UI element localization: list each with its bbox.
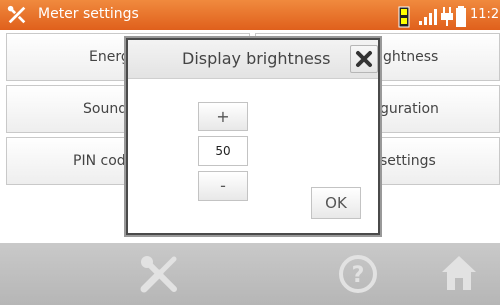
signal-icon: [419, 9, 437, 25]
dialog-title: Display brightness: [182, 49, 331, 68]
minus-label: -: [220, 176, 226, 195]
clock-time: 11:23: [470, 7, 500, 22]
ok-button[interactable]: OK: [311, 187, 361, 219]
dialog-header: Display brightness: [128, 40, 378, 79]
decrease-button[interactable]: -: [198, 171, 248, 201]
close-button[interactable]: [350, 45, 378, 73]
ok-label: OK: [325, 194, 347, 212]
brightness-value: 50: [198, 136, 248, 166]
help-icon[interactable]: ?: [338, 254, 378, 294]
title-bar: Meter settings 11:23: [0, 0, 500, 30]
power-plug-icon: [441, 7, 453, 26]
configuration-label: guration: [380, 101, 439, 117]
battery-full-icon: [456, 6, 466, 27]
battery-low-icon: [398, 6, 410, 28]
plus-label: +: [216, 107, 230, 126]
settings-label: settings: [380, 153, 436, 169]
bottom-toolbar: ?: [0, 243, 500, 305]
svg-text:?: ?: [352, 263, 365, 288]
energy-label: Energ: [89, 49, 130, 65]
tools-icon[interactable]: [138, 253, 180, 295]
brightness-value-text: 50: [215, 144, 231, 158]
home-icon[interactable]: [438, 252, 480, 294]
status-bar: 11:23: [0, 2, 500, 28]
close-icon: [356, 51, 372, 67]
increase-button[interactable]: +: [198, 102, 248, 131]
brightness-label: ghtness: [383, 49, 439, 65]
display-brightness-dialog: Display brightness + 50 - OK: [126, 38, 380, 235]
